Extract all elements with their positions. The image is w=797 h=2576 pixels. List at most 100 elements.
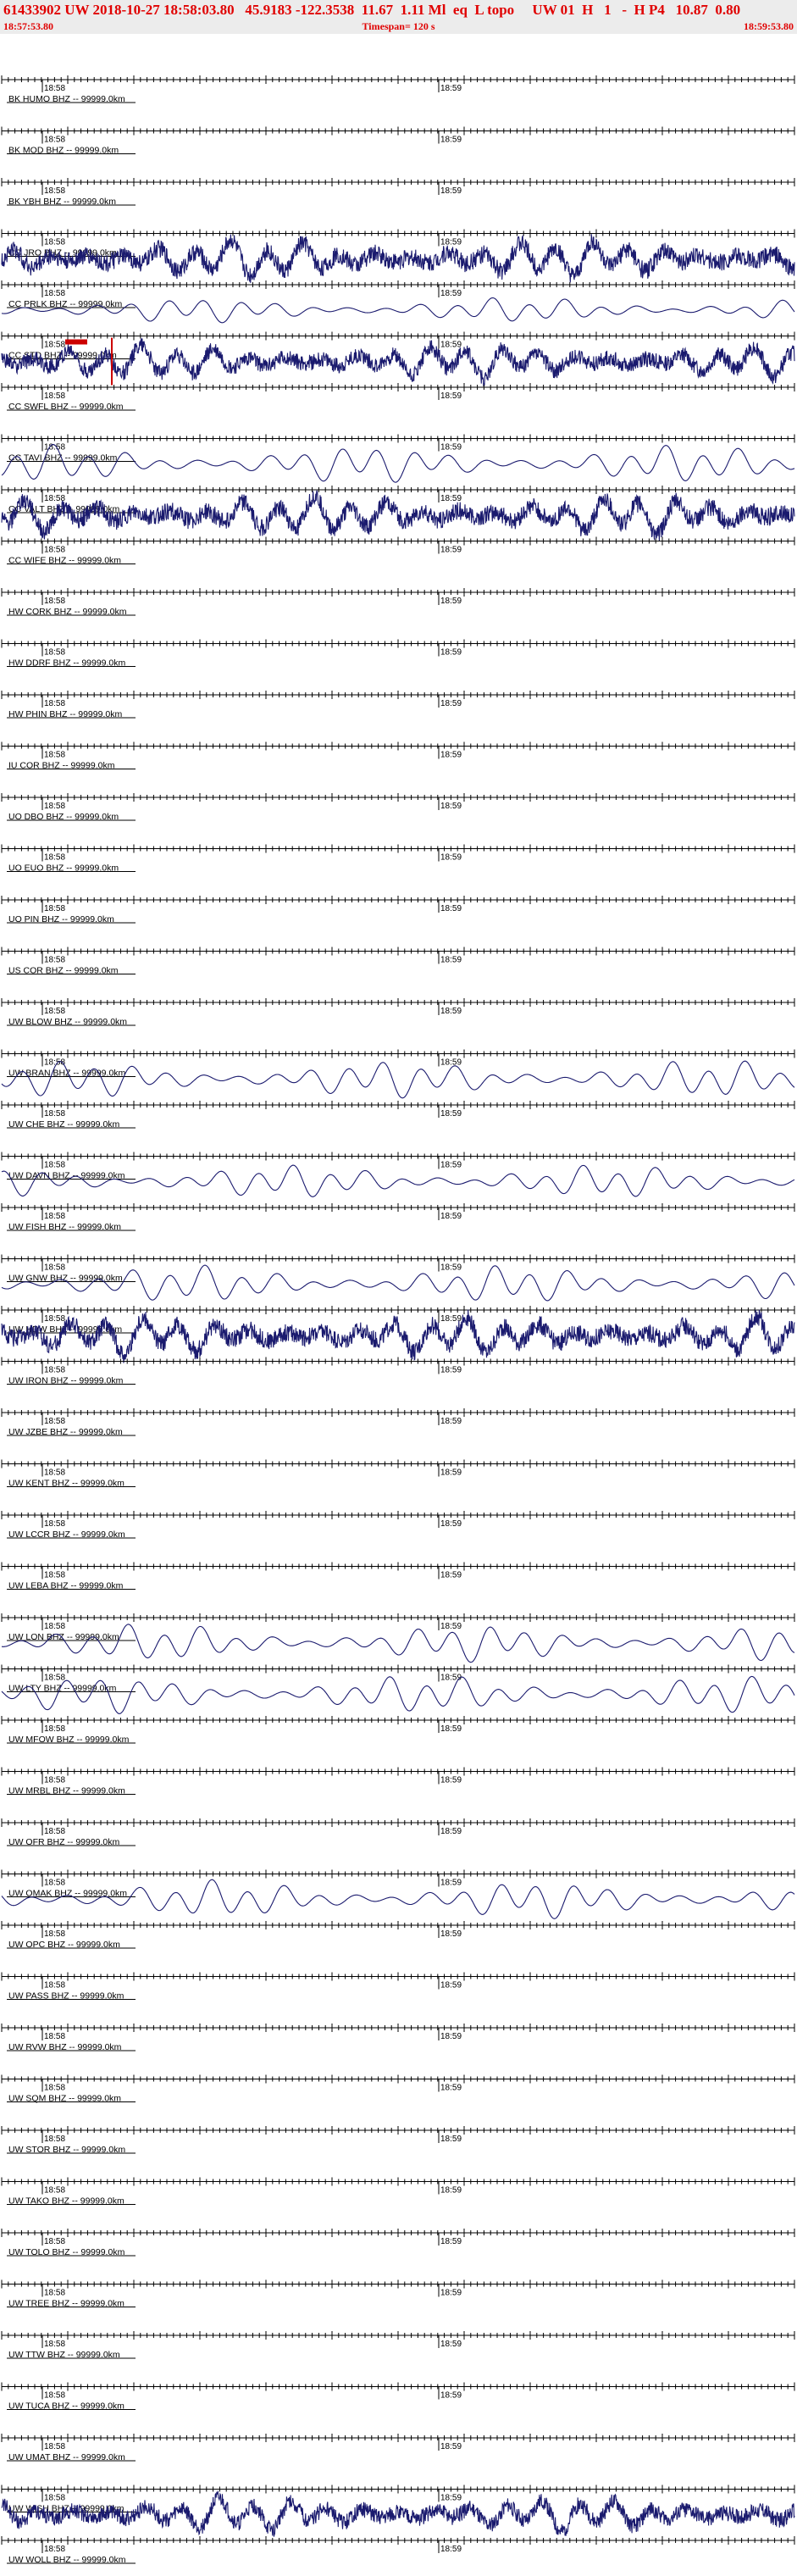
time-tick-label: 18:58 — [44, 2032, 65, 2041]
time-tick-label: 18:58 — [44, 2289, 65, 2298]
time-tick-label: 18:59 — [440, 1007, 462, 1016]
time-tick-label: 18:59 — [440, 853, 462, 863]
axis-ticks — [1, 1767, 795, 1776]
axis-ticks — [1, 178, 795, 186]
axis-ticks — [1, 331, 795, 341]
time-tick-label: 18:59 — [440, 1417, 462, 1426]
axis-ticks — [1, 1049, 795, 1058]
time-tick-label: 18:58 — [44, 546, 65, 555]
time-tick-label: 18:58 — [44, 1622, 65, 1631]
time-tick-label: 18:59 — [440, 238, 462, 247]
time-tick-label: 18:59 — [440, 494, 462, 503]
axis-ticks — [1, 2229, 795, 2237]
seismic-trace — [1, 1879, 795, 1919]
axis-ticks — [1, 2434, 795, 2442]
time-tick-label: 18:59 — [440, 1981, 462, 1990]
time-tick-label: 18:59 — [440, 2032, 462, 2041]
time-tick-label: 18:58 — [44, 904, 65, 913]
seismic-trace — [1, 2490, 795, 2537]
axis-ticks — [1, 2074, 795, 2084]
axis-ticks — [1, 1459, 795, 1468]
time-tick-label: 18:58 — [44, 1776, 65, 1785]
time-tick-label: 18:59 — [440, 1929, 462, 1939]
time-tick-label: 18:59 — [440, 1827, 462, 1836]
axis-ticks — [1, 1511, 795, 1519]
axis-ticks — [1, 896, 795, 904]
time-tick-label: 18:58 — [44, 136, 65, 145]
axis-ticks — [1, 75, 795, 84]
time-tick-label: 18:58 — [44, 1212, 65, 1221]
axis-ticks — [1, 536, 795, 546]
time-tick-label: 18:59 — [440, 2135, 462, 2144]
axis-ticks — [1, 2536, 795, 2545]
axis-ticks — [1, 998, 795, 1007]
seismic-trace — [1, 490, 795, 541]
time-tick-label: 18:59 — [440, 1571, 462, 1580]
time-tick-label: 18:58 — [44, 2545, 65, 2554]
time-tick-label: 18:59 — [440, 1622, 462, 1631]
time-tick-label: 18:58 — [44, 1571, 65, 1580]
time-tick-label: 18:59 — [440, 84, 462, 93]
axis-ticks — [1, 1921, 795, 1929]
time-tick-label: 18:59 — [440, 289, 462, 298]
time-tick-label: 18:58 — [44, 751, 65, 760]
time-tick-label: 18:58 — [44, 1007, 65, 1016]
seismic-trace — [1, 443, 795, 483]
time-tick-label: 18:58 — [44, 2391, 65, 2401]
time-tick-label: 18:58 — [44, 1468, 65, 1478]
time-tick-label: 18:59 — [440, 2442, 462, 2451]
time-tick-label: 18:58 — [44, 1263, 65, 1273]
time-tick-label: 18:58 — [44, 2135, 65, 2144]
seismic-trace — [1, 1624, 795, 1663]
time-tick-label: 18:59 — [440, 2545, 462, 2554]
time-tick-label: 18:59 — [440, 1109, 462, 1119]
timespan-label: Timespan= 120 s — [362, 20, 435, 32]
time-tick-label: 18:59 — [440, 648, 462, 658]
axis-ticks — [1, 2177, 795, 2186]
axis-ticks — [1, 1869, 795, 1879]
axis-ticks — [1, 2382, 795, 2391]
time-tick-label: 18:59 — [440, 2289, 462, 2298]
time-tick-label: 18:58 — [44, 597, 65, 606]
time-tick-label: 18:58 — [44, 2494, 65, 2503]
time-tick-label: 18:58 — [44, 1417, 65, 1426]
axis-ticks — [1, 486, 795, 494]
axis-ticks — [1, 2024, 795, 2032]
time-tick-label: 18:59 — [440, 1161, 462, 1170]
axis-ticks — [1, 1664, 795, 1674]
time-tick-label: 18:58 — [44, 1981, 65, 1990]
axis-ticks — [1, 383, 795, 391]
event-summary: 61433902 UW 2018-10-27 18:58:03.80 45.91… — [3, 2, 741, 18]
time-tick-label: 18:58 — [44, 2237, 65, 2246]
time-tick-label: 18:59 — [440, 186, 462, 196]
time-tick-label: 18:58 — [44, 2442, 65, 2451]
seismic-trace — [1, 1309, 795, 1363]
time-tick-label: 18:58 — [44, 802, 65, 811]
time-tick-label: 18:58 — [44, 2084, 65, 2093]
time-tick-label: 18:59 — [440, 802, 462, 811]
event-header: 61433902 UW 2018-10-27 18:58:03.80 45.91… — [0, 0, 797, 34]
time-tick-label: 18:59 — [440, 391, 462, 401]
time-tick-label: 18:58 — [44, 1519, 65, 1529]
axis-ticks — [1, 2484, 795, 2494]
axis-ticks — [1, 691, 795, 699]
time-tick-label: 18:59 — [440, 2494, 462, 2503]
axis-ticks — [1, 229, 795, 238]
time-tick-label: 18:59 — [440, 2391, 462, 2401]
axis-ticks — [1, 1101, 795, 1109]
axis-ticks — [1, 844, 795, 853]
axis-ticks — [1, 1357, 795, 1366]
axis-ticks — [1, 1562, 795, 1571]
time-tick-label: 18:58 — [44, 853, 65, 863]
time-tick-label: 18:58 — [44, 2186, 65, 2196]
axis-ticks — [1, 741, 795, 751]
axis-ticks — [1, 2126, 795, 2135]
time-tick-label: 18:58 — [44, 391, 65, 401]
time-tick-label: 18:59 — [440, 1468, 462, 1478]
time-tick-label: 18:59 — [440, 546, 462, 555]
time-tick-label: 18:59 — [440, 751, 462, 760]
time-tick-label: 18:58 — [44, 186, 65, 196]
axis-ticks — [1, 1972, 795, 1981]
time-tick-label: 18:58 — [44, 1827, 65, 1836]
time-tick-label: 18:58 — [44, 341, 65, 350]
